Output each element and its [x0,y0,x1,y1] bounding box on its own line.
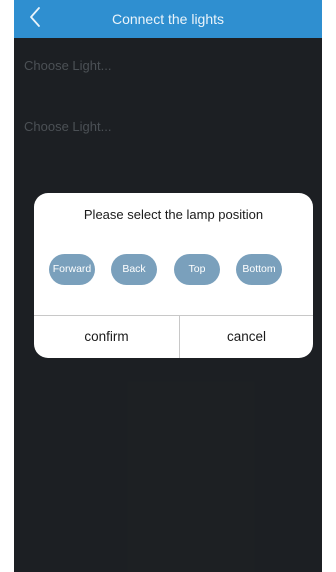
position-back-button[interactable]: Back [111,254,157,285]
page-title: Connect the lights [111,11,225,27]
lamp-position-dialog: Please select the lamp position Forward … [34,193,313,358]
position-bottom-button[interactable]: Bottom [236,254,282,285]
position-top-button[interactable]: Top [174,254,220,285]
cancel-button[interactable]: cancel [180,316,313,358]
position-forward-button[interactable]: Forward [49,254,95,285]
nav-bar: Connect the lights [14,0,322,38]
confirm-button[interactable]: confirm [34,316,179,358]
dialog-title: Please select the lamp position [83,207,264,222]
